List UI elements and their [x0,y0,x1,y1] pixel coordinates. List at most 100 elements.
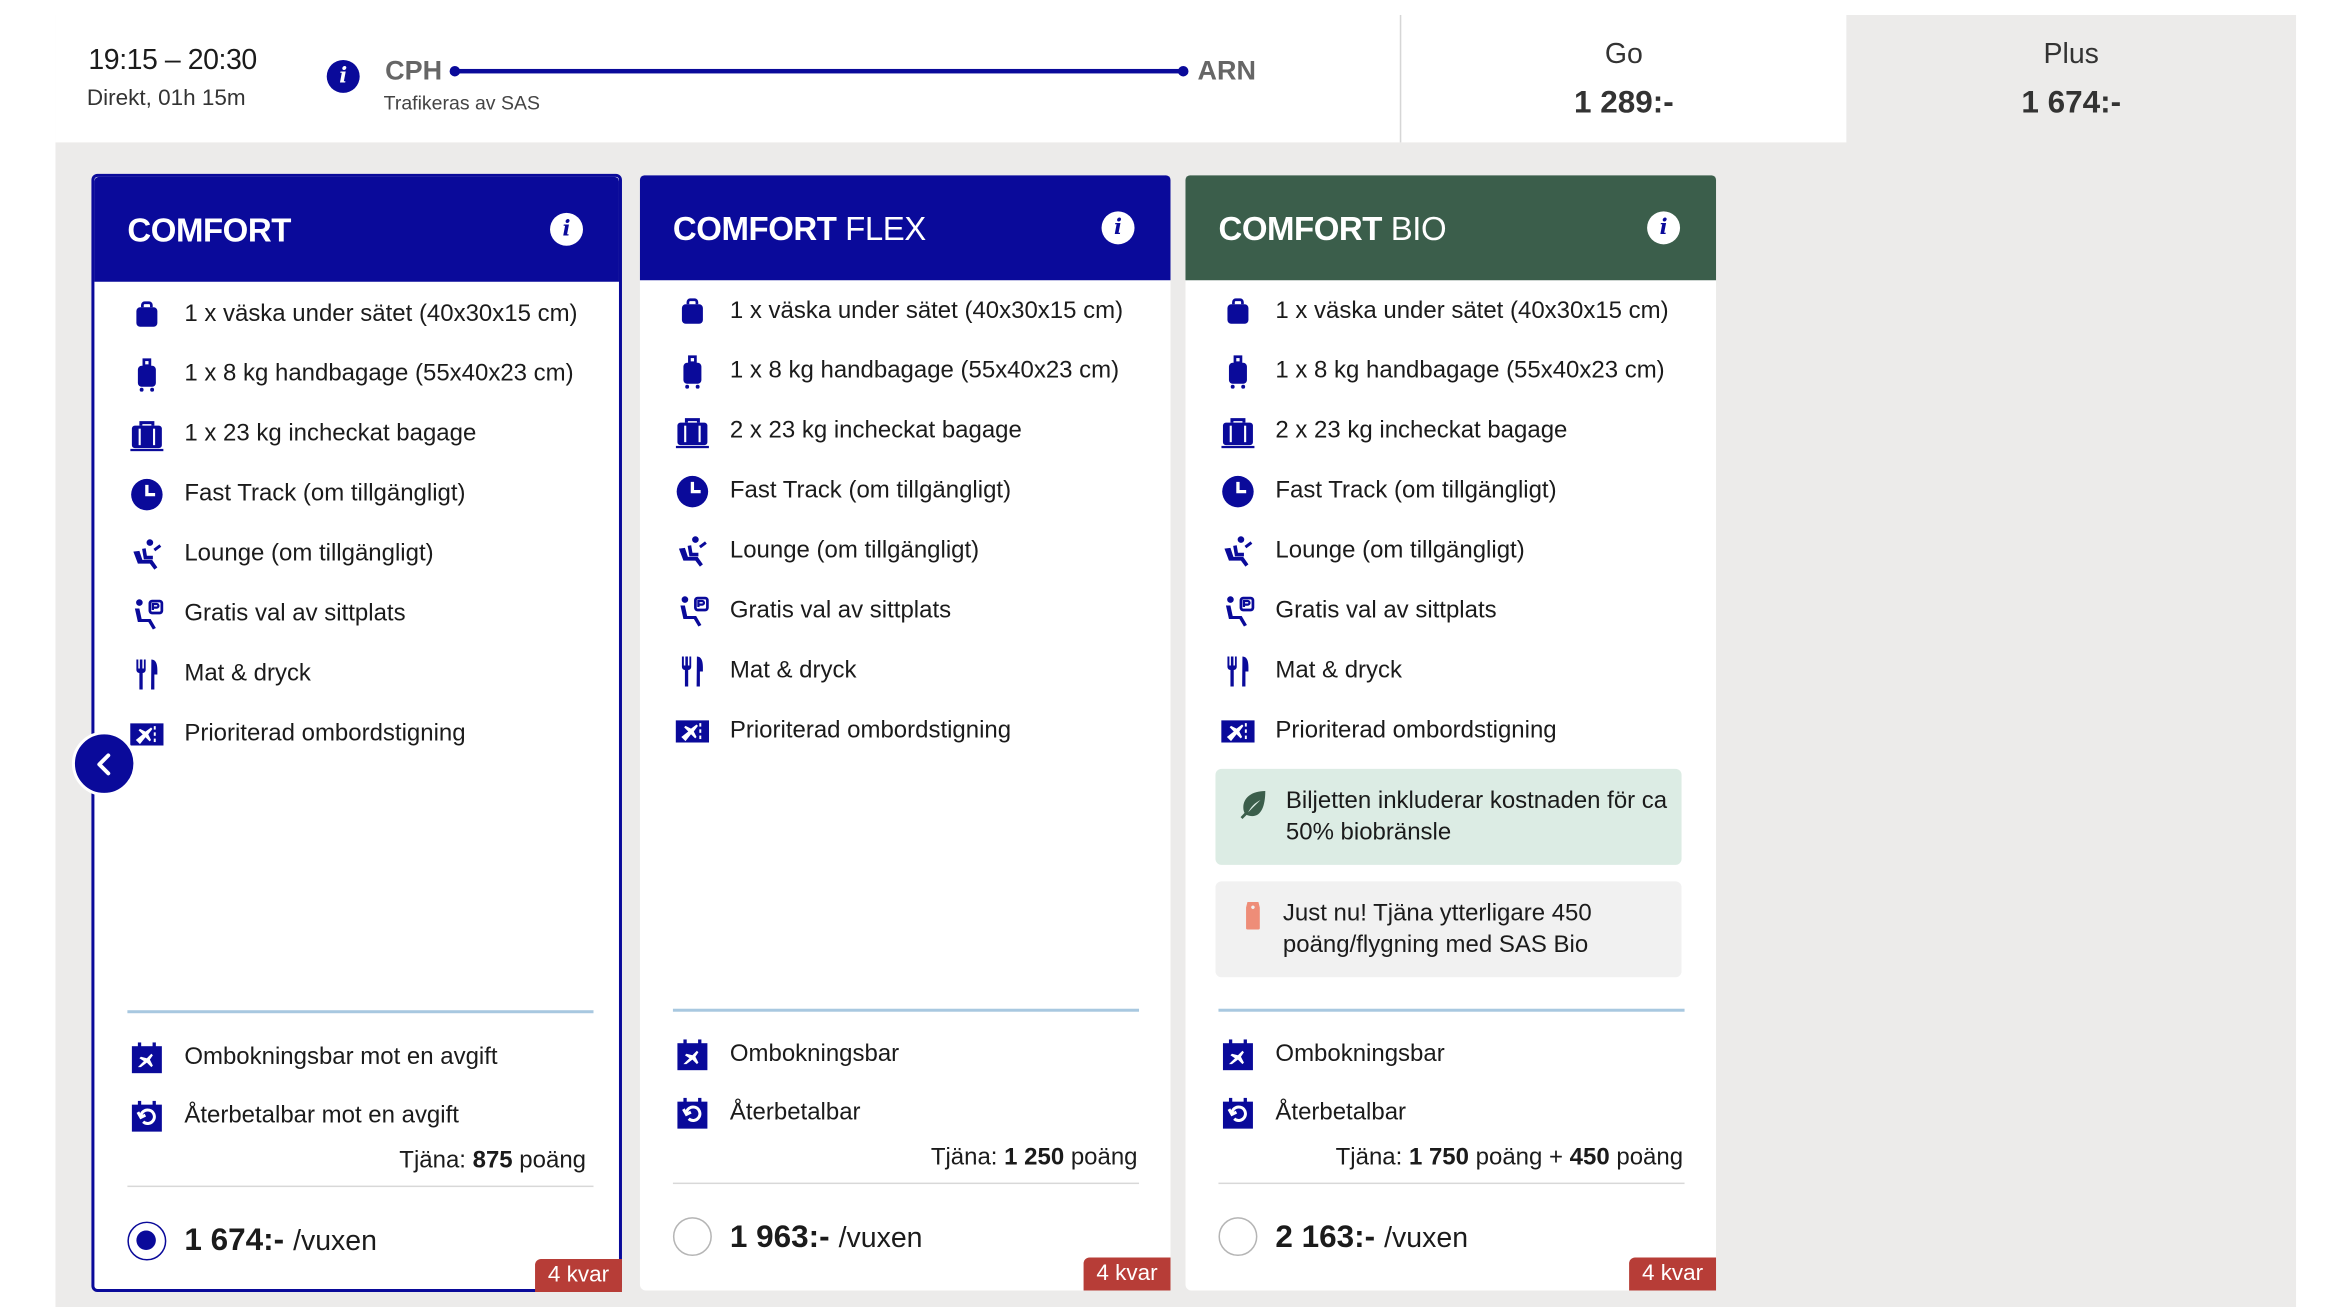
feature-row: 2 x 23 kg incheckat bagage [1218,414,1567,450]
feature-row: Fast Track (om tillgängligt) [1218,474,1557,510]
feature-text: 1 x väska under sätet (40x30x15 cm) [729,298,1124,324]
feature-text: Gratis val av sittplats [729,598,952,624]
feature-row: Gratis val av sittplats [673,594,951,630]
refund-icon [127,1099,166,1135]
fare-tab-name: Plus [2043,38,2099,71]
feature-text: Lounge (om tillgängligt) [1275,538,1525,564]
flight-info-icon[interactable]: i [326,59,360,93]
clock-icon [127,477,166,513]
earn-points: Tjäna: 1 750 poäng + 450 poäng [1335,1145,1684,1171]
fare-price: 1 674:-/vuxen [184,1223,377,1258]
fare-radio[interactable] [672,1217,712,1257]
priority-boarding-icon [673,713,712,749]
feature-text: 1 x 8 kg handbagage (55x40x23 cm) [184,361,574,387]
clock-icon [673,474,712,510]
cutlery-icon [127,656,166,692]
feature-row: 1 x 23 kg incheckat bagage [127,417,476,453]
feature-text: Prioriterad ombordstigning [184,720,466,747]
destination-airport: ARN [1197,55,1256,86]
feature-row: 1 x väska under sätet (40x30x15 cm) [673,294,1123,330]
feature-text: Prioriterad ombordstigning [729,717,1012,744]
card-title: COMFORT BIO [1218,209,1447,248]
feature-row: Lounge (om tillgängligt) [673,534,979,570]
chevron-left-icon [96,752,110,775]
divider [1218,1008,1685,1012]
feature-text: Fast Track (om tillgängligt) [184,481,466,507]
lounge-icon [127,537,166,573]
cabin-bag-icon [673,354,712,390]
seats-left-badge: 4 kvar [1083,1257,1171,1291]
feature-text: Gratis val av sittplats [1275,598,1497,624]
bag-under-seat-icon [673,294,712,330]
feature-row: 1 x 8 kg handbagage (55x40x23 cm) [1218,354,1665,390]
rebook-row: Ombokningsbar [673,1037,899,1073]
feature-text: Mat & dryck [1275,657,1403,684]
fare-tab-plus[interactable]: Plus 1 674:- [1846,14,2297,143]
feature-row: Prioriterad ombordstigning [127,716,466,752]
rebook-row: Ombokningsbar [1218,1037,1445,1073]
fare-tab-price: 1 674:- [2021,85,2122,120]
rebook-icon [127,1040,166,1076]
feature-row: Lounge (om tillgängligt) [1218,534,1525,570]
feature-text: 1 x 8 kg handbagage (55x40x23 cm) [1275,358,1665,384]
feature-row: 1 x väska under sätet (40x30x15 cm) [127,297,578,333]
feature-text: 1 x väska under sätet (40x30x15 cm) [1275,298,1669,324]
seat-icon [127,597,166,633]
fare-radio[interactable] [127,1221,167,1261]
clock-icon [1218,474,1257,510]
seats-left-badge: 4 kvar [535,1259,622,1293]
leaf-icon [1240,791,1266,820]
bio-points-note: Just nu! Tjäna ytterligare 450 poäng/fly… [1215,881,1682,978]
feature-row: Fast Track (om tillgängligt) [127,477,466,513]
origin-airport: CPH [385,55,443,86]
checked-bag-icon [127,417,166,453]
fare-card-comfort[interactable]: COMFORT i 1 x väska under sätet (40x30x1… [91,173,622,1293]
feature-row: Prioriterad ombordstigning [1218,713,1557,749]
fare-tab-name: Go [1604,38,1643,71]
fare-radio[interactable] [1218,1217,1258,1257]
card-info-icon[interactable]: i [550,212,584,246]
feature-text: 1 x väska under sätet (40x30x15 cm) [184,301,578,327]
earn-points: Tjäna: 875 poäng [399,1148,586,1174]
rebook-icon [673,1037,712,1073]
feature-row: Prioriterad ombordstigning [673,713,1011,749]
refund-icon [673,1096,712,1132]
rebook-row: Ombokningsbar mot en avgift [127,1040,498,1076]
refund-row: Återbetalbar [673,1096,861,1132]
feature-text: 1 x 23 kg incheckat bagage [184,421,477,447]
divider [672,1182,1140,1185]
feature-row: 1 x 8 kg handbagage (55x40x23 cm) [673,354,1119,390]
previous-button[interactable] [71,731,137,796]
lounge-icon [673,534,712,570]
priority-boarding-icon [1218,713,1257,749]
card-info-icon[interactable]: i [1101,211,1135,245]
feature-row: 2 x 23 kg incheckat bagage [673,414,1022,450]
checked-bag-icon [1218,414,1257,450]
refund-row: Återbetalbar mot en avgift [127,1099,459,1135]
feature-row: Gratis val av sittplats [1218,594,1497,630]
card-title: COMFORT FLEX [672,209,926,248]
fare-tab-go[interactable]: Go 1 289:- [1399,14,1847,143]
divider [672,1008,1140,1012]
feature-text: Mat & dryck [184,660,311,687]
bag-under-seat-icon [127,297,166,333]
feature-row: 1 x 8 kg handbagage (55x40x23 cm) [127,357,574,393]
card-header: COMFORT i [94,176,619,282]
cutlery-icon [1218,653,1257,689]
cabin-bag-icon [127,357,166,393]
feature-row: 1 x väska under sätet (40x30x15 cm) [1218,294,1669,330]
fare-card-comfort-bio[interactable]: COMFORT BIO i 1 x väska under sätet (40x… [1185,175,1717,1291]
route-line [449,65,1189,77]
feature-text: Lounge (om tillgängligt) [729,538,980,564]
feature-text: Prioriterad ombordstigning [1275,717,1557,744]
feature-text: Gratis val av sittplats [184,601,406,627]
card-title: COMFORT [127,211,291,249]
card-info-icon[interactable]: i [1647,211,1681,245]
seat-icon [673,594,712,630]
feature-text: Fast Track (om tillgängligt) [1275,478,1557,504]
fare-price: 1 963:-/vuxen [729,1220,923,1255]
lounge-icon [1218,534,1257,570]
divider [1218,1182,1685,1185]
fare-card-comfort-flex[interactable]: COMFORT FLEX i 1 x väska under sätet (40… [639,175,1171,1291]
flight-duration: Direkt, 01h 15m [86,85,246,111]
